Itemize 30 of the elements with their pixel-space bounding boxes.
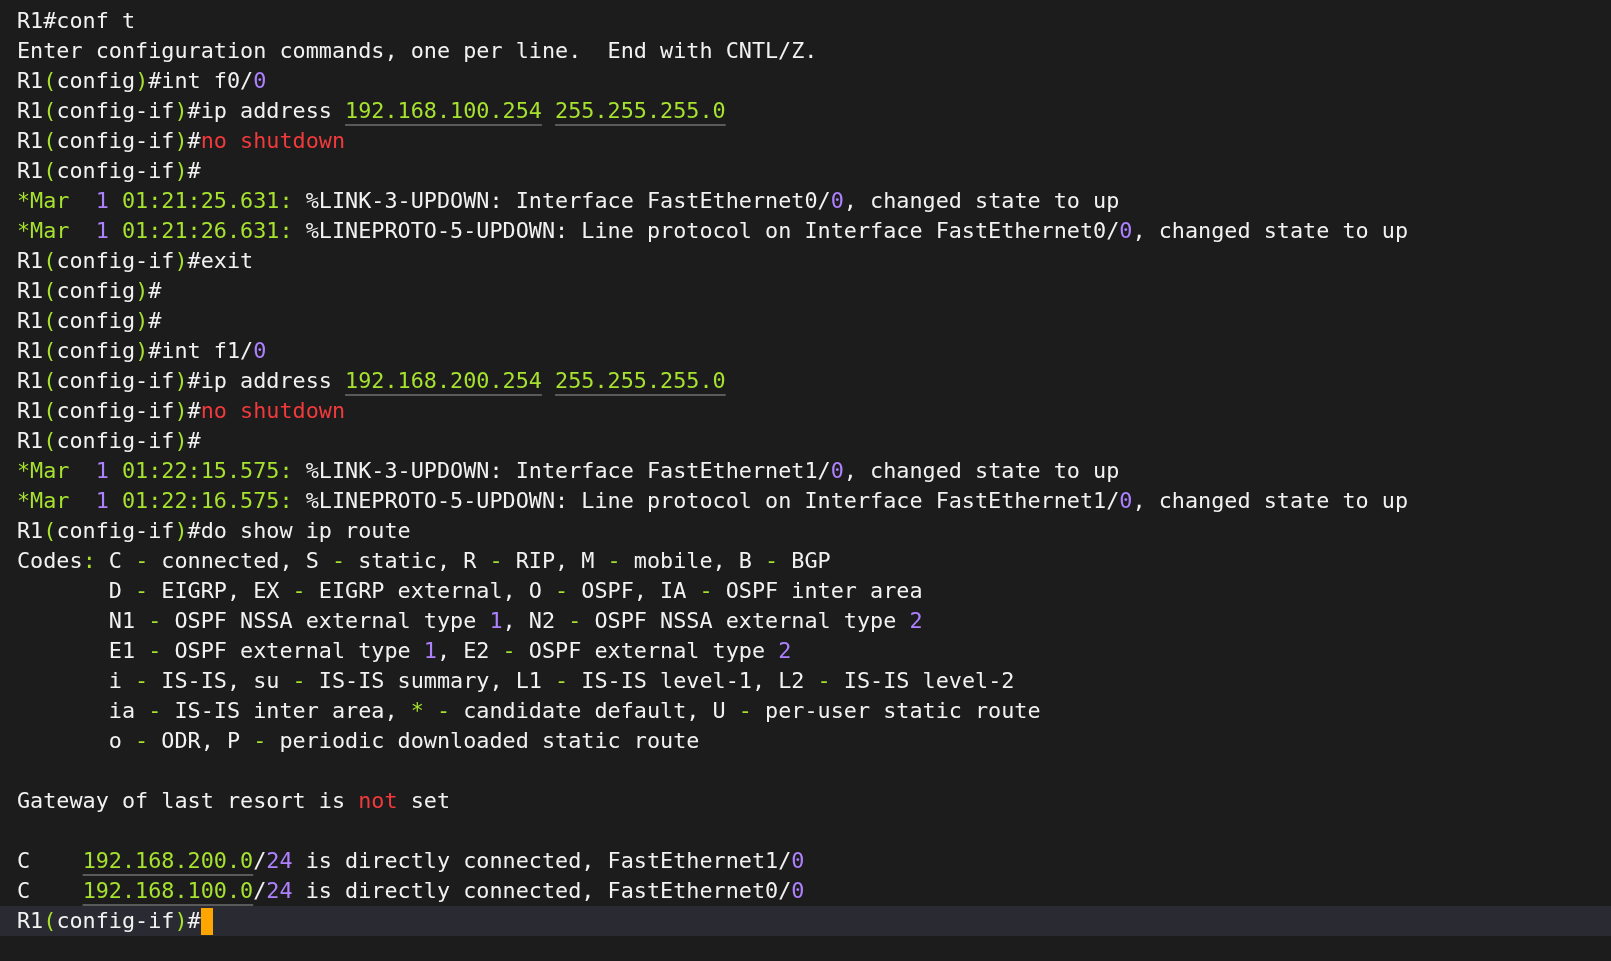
terminal-line: R1(config-if)#ip address 192.168.100.254 255.255.255.0 — [17, 97, 726, 125]
terminal-line: R1(config-if)# — [17, 427, 201, 455]
terminal-line: R1(config)#int f1/0 — [17, 337, 267, 365]
terminal-line: R1(config-if)#do show ip route — [17, 517, 411, 545]
terminal-line: E1 - OSPF external type 1, E2 - OSPF external type 2 — [107, 637, 792, 665]
terminal-line: *Mar 1 01:21:26.631: %LINEPROTO-5-UPDOWN: Line protocol on Interface FastEthernet0/0, changed state to up — [17, 217, 1409, 245]
terminal-line: *Mar 1 01:22:16.575: %LINEPROTO-5-UPDOWN: Line protocol on Interface FastEthernet1/0, changed state to up — [17, 487, 1409, 515]
terminal-line: R1(config)# — [17, 277, 162, 305]
terminal-line: *Mar 1 01:21:25.631: %LINK-3-UPDOWN: Interface FastEthernet0/0, changed state to up — [17, 187, 1120, 215]
terminal-line: *Mar 1 01:22:15.575: %LINK-3-UPDOWN: Interface FastEthernet1/0, changed state to up — [17, 457, 1120, 485]
terminal-line: ia - IS-IS inter area, * - candidate default, U - per-user static route — [107, 697, 1041, 725]
terminal-line: R1#conf t — [17, 7, 136, 35]
text-cursor — [200, 907, 213, 935]
terminal-line: D - EIGRP, EX - EIGRP external, O - OSPF, IA - OSPF inter area — [107, 577, 923, 605]
terminal-line: R1(config-if)#ip address 192.168.200.254 255.255.255.0 — [17, 367, 726, 395]
terminal-line: R1(config)# — [17, 307, 162, 335]
terminal-line: Codes: C - connected, S - static, R - RIP, M - mobile, B - BGP — [17, 547, 831, 575]
terminal-line: o - ODR, P - periodic downloaded static route — [107, 727, 700, 755]
terminal-line: Enter configuration commands, one per line. End with CNTL/Z. — [17, 37, 818, 65]
terminal-line: C 192.168.100.0/24 is directly connected, FastEthernet0/0 — [17, 877, 805, 905]
command-prompt: R1(config-if)# — [17, 907, 201, 935]
terminal-line: i - IS-IS, su - IS-IS summary, L1 - IS-IS level-1, L2 - IS-IS level-2 — [107, 667, 1015, 695]
terminal-line: R1(config)#int f0/0 — [17, 67, 267, 95]
terminal-line: R1(config-if)#exit — [17, 247, 254, 275]
terminal-line: R1(config-if)# — [17, 157, 201, 185]
terminal-line: N1 - OSPF NSSA external type 1, N2 - OSPF NSSA external type 2 — [107, 607, 923, 635]
terminal-line: C 192.168.200.0/24 is directly connected, FastEthernet1/0 — [17, 847, 805, 875]
terminal-line: Gateway of last resort is not set — [17, 787, 451, 815]
terminal-line: R1(config-if)#no shutdown — [17, 127, 346, 155]
terminal-line: R1(config-if)#no shutdown — [17, 397, 346, 425]
